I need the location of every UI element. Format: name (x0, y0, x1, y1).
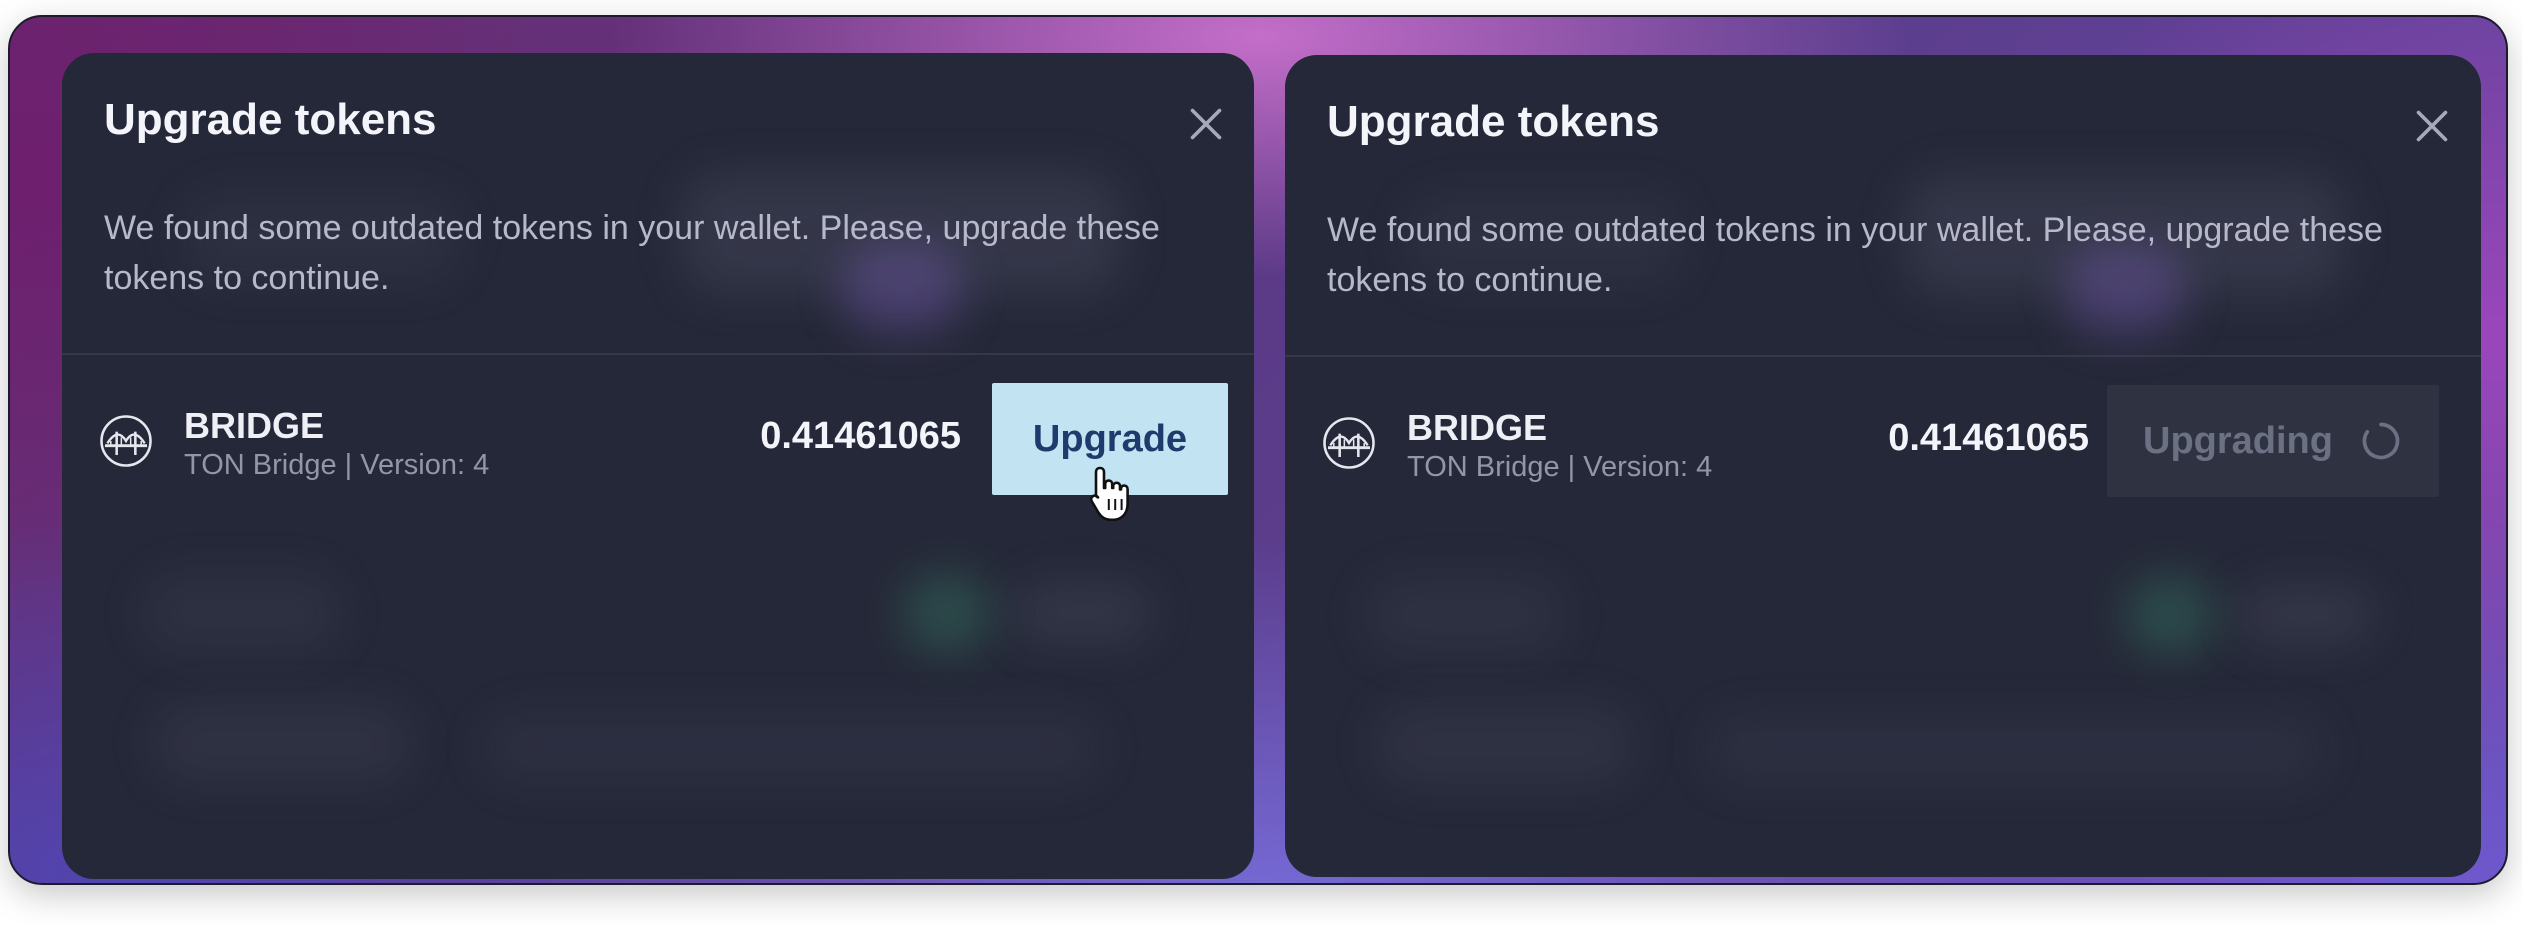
blurred-background (1365, 575, 1565, 655)
modal-title: Upgrade tokens (1327, 97, 1660, 146)
spinner-icon (2359, 419, 2403, 463)
modal-description: We found some outdated tokens in your wa… (1327, 211, 2383, 299)
divider (1285, 355, 2481, 357)
token-amount: 0.41461065 (1888, 417, 2089, 459)
bridge-icon (1321, 415, 1377, 471)
upgrade-tokens-modal: Upgrade tokens We found some outdated to… (62, 53, 1254, 879)
blurred-background (2235, 585, 2375, 645)
bridge-icon (98, 413, 154, 469)
blurred-background (142, 573, 342, 653)
blurred-background (1012, 583, 1152, 643)
blurred-background (1705, 715, 2325, 785)
modal-title: Upgrade tokens (104, 95, 437, 144)
screenshot-frame: Upgrade tokens We found some outdated to… (8, 15, 2508, 885)
token-subtitle: TON Bridge | Version: 4 (1407, 451, 1713, 483)
blurred-background (2125, 575, 2215, 655)
divider (62, 353, 1254, 355)
blurred-background (152, 703, 412, 783)
blurred-background (482, 713, 1102, 783)
token-name: BRIDGE (1407, 407, 1548, 448)
blurred-background (902, 573, 992, 653)
close-icon[interactable] (2405, 99, 2459, 153)
token-amount: 0.41461065 (760, 415, 961, 457)
upgrade-button[interactable]: Upgrade (992, 383, 1228, 495)
blurred-background (1375, 705, 1635, 785)
upgrading-button[interactable]: Upgrading (2107, 385, 2439, 497)
upgrading-button-label: Upgrading (2143, 419, 2333, 462)
close-icon[interactable] (1179, 97, 1233, 151)
upgrade-tokens-modal: Upgrade tokens We found some outdated to… (1285, 55, 2481, 877)
modal-description: We found some outdated tokens in your wa… (104, 209, 1160, 297)
token-subtitle: TON Bridge | Version: 4 (184, 449, 490, 481)
token-name: BRIDGE (184, 405, 325, 446)
upgrade-button-label: Upgrade (1032, 417, 1188, 460)
